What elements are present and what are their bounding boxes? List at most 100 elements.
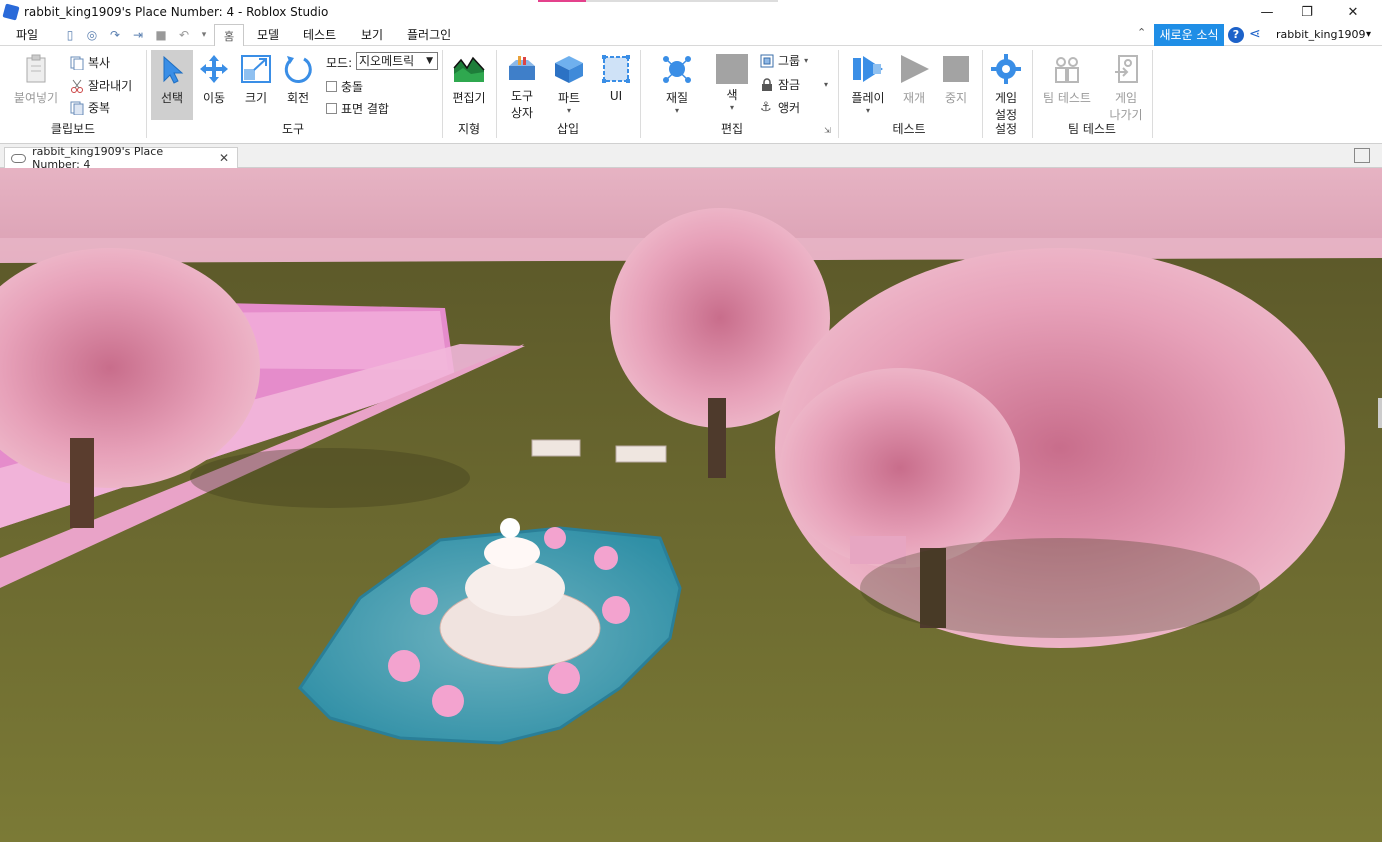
close-tab-icon[interactable]: ✕ [219,151,229,165]
color-button[interactable]: 색 ▾ [712,54,752,112]
material-label: 재질 [665,91,689,105]
help-icon[interactable]: ? [1228,27,1244,43]
edit-expand-icon[interactable]: ⇲ [824,126,831,135]
stop-label: 중지 [944,91,968,105]
mode-label: 모드: [326,56,353,70]
play-icon [853,56,883,82]
duplicate-label: 중복 [88,101,111,115]
group-divider [146,50,147,138]
group-icon [760,54,774,67]
terrain-group-label: 지형 [457,122,481,136]
collapse-ribbon-icon[interactable]: ⌃ [1137,26,1146,39]
mode-value: 지오메트릭 [359,54,415,68]
terrain-icon [453,56,485,82]
team-test-group-label: 팀 테스트 [1068,122,1116,136]
edit-group-label: 편집 [720,122,744,136]
join-surfaces-toggle[interactable]: 표면 결합 [326,100,389,117]
part-dropdown-icon[interactable]: ▾ [550,106,588,115]
play-label: 플레이 [851,91,885,105]
color-label: 색 [726,88,738,102]
share-icon[interactable]: ⋖ [1249,26,1265,42]
paste-label: 붙여넣기 [13,91,59,105]
rotate-tool-button[interactable]: 회전 [280,54,316,106]
anchor-button[interactable]: ⚓ 앵커 [760,99,800,116]
new-file-icon[interactable]: ▯ [63,28,77,42]
scale-icon [241,55,271,83]
group-divider [838,50,839,138]
game-settings-button[interactable]: 게임 설정 [986,54,1026,123]
group-dropdown-icon[interactable]: ▾ [804,56,808,65]
move-tool-button[interactable]: 이동 [196,54,232,106]
exit-game-button[interactable]: 게임 나가기 [1104,54,1148,123]
rotate-icon [284,56,312,84]
tab-plugins[interactable]: 플러그인 [407,26,451,43]
news-button[interactable]: 새로운 소식 [1154,24,1224,46]
resume-button[interactable]: 재개 [894,54,934,106]
toolbox-icon [509,56,535,80]
tools-group-label: 도구 [281,122,305,136]
group-divider [442,50,443,138]
group-divider [982,50,983,138]
ui-frame-icon [602,55,630,83]
tab-view[interactable]: 보기 [361,26,383,43]
material-dropdown-icon[interactable]: ▾ [656,106,698,115]
resume-triangle-icon [901,55,929,83]
duplicate-button[interactable]: 중복 [70,99,110,116]
lock-dropdown-icon[interactable]: ▾ [824,80,828,89]
file-menu[interactable]: 파일 [16,26,38,43]
team-test-label: 팀 테스트 [1043,91,1091,105]
ui-button[interactable]: UI [598,54,634,103]
part-button[interactable]: 파트 ▾ [550,54,588,115]
material-icon [663,56,691,83]
team-test-button[interactable]: 팀 테스트 [1038,54,1096,106]
quick-access-dropdown-icon[interactable]: ▾ [197,28,211,42]
scene-render[interactable] [0,168,1382,842]
color-dropdown-icon[interactable]: ▾ [712,103,752,112]
tab-test[interactable]: 테스트 [303,26,336,43]
exit-door-icon [1115,55,1138,83]
mode-dropdown[interactable]: 지오메트릭 ▼ [356,52,438,70]
redo-arrow-icon[interactable]: ↷ [108,28,122,42]
gear-icon [991,54,1021,84]
dropdown-caret-icon: ▼ [426,56,433,66]
toolbox-button[interactable]: 도구 상자 [502,54,542,121]
tab-model[interactable]: 모델 [257,26,279,43]
paste-button[interactable]: 붙여넣기 [10,54,62,106]
move-arrows-icon [200,55,228,83]
play-button[interactable]: 플레이 ▾ [846,54,890,115]
bench-right [615,445,667,463]
play-dropdown-icon[interactable]: ▾ [846,106,890,115]
stop-icon[interactable]: ■ [154,28,168,42]
part-label: 파트 [557,91,581,105]
scale-tool-button[interactable]: 크기 [238,54,274,106]
user-dropdown-icon[interactable]: ▾ [1366,29,1371,40]
lock-button[interactable]: 잠금 [760,76,800,93]
copy-button[interactable]: 복사 [70,54,110,71]
copy-icon [70,56,84,70]
publish-icon[interactable]: ⇥ [131,28,145,42]
collisions-checkbox[interactable] [326,81,337,92]
open-binoculars-icon[interactable]: ◎ [85,28,99,42]
ribbon: 붙여넣기 복사 잘라내기 중복 클립보드 선택 이동 크기 회전 모드: 지오메… [0,46,1382,144]
undo-icon[interactable]: ↶ [177,28,191,42]
game-settings-label-line1: 게임 [994,91,1018,105]
toolbox-label-line1: 도구 [510,89,534,103]
close-button[interactable]: ✕ [1330,0,1376,24]
scale-label: 크기 [244,91,268,105]
select-tool-button[interactable]: 선택 [151,50,193,120]
anchor-icon: ⚓ [760,100,772,115]
3d-viewport[interactable] [0,168,1382,842]
terrain-editor-button[interactable]: 편집기 [448,54,490,106]
part-cube-icon [555,56,583,83]
document-tab[interactable]: rabbit_king1909's Place Number: 4 ✕ [4,145,238,171]
restore-button[interactable]: ❐ [1284,0,1330,24]
collisions-toggle[interactable]: 충돌 [326,78,363,95]
group-button[interactable]: 그룹 ▾ [760,52,808,69]
username-menu[interactable]: rabbit_king1909 [1276,28,1365,41]
stop-button[interactable]: 중지 [938,54,974,106]
cut-button[interactable]: 잘라내기 [70,77,132,94]
material-button[interactable]: 재질 ▾ [656,54,698,115]
join-surfaces-checkbox[interactable] [326,103,337,114]
tab-home[interactable]: 홈 [214,24,244,46]
device-emulator-icon[interactable] [1354,148,1370,163]
